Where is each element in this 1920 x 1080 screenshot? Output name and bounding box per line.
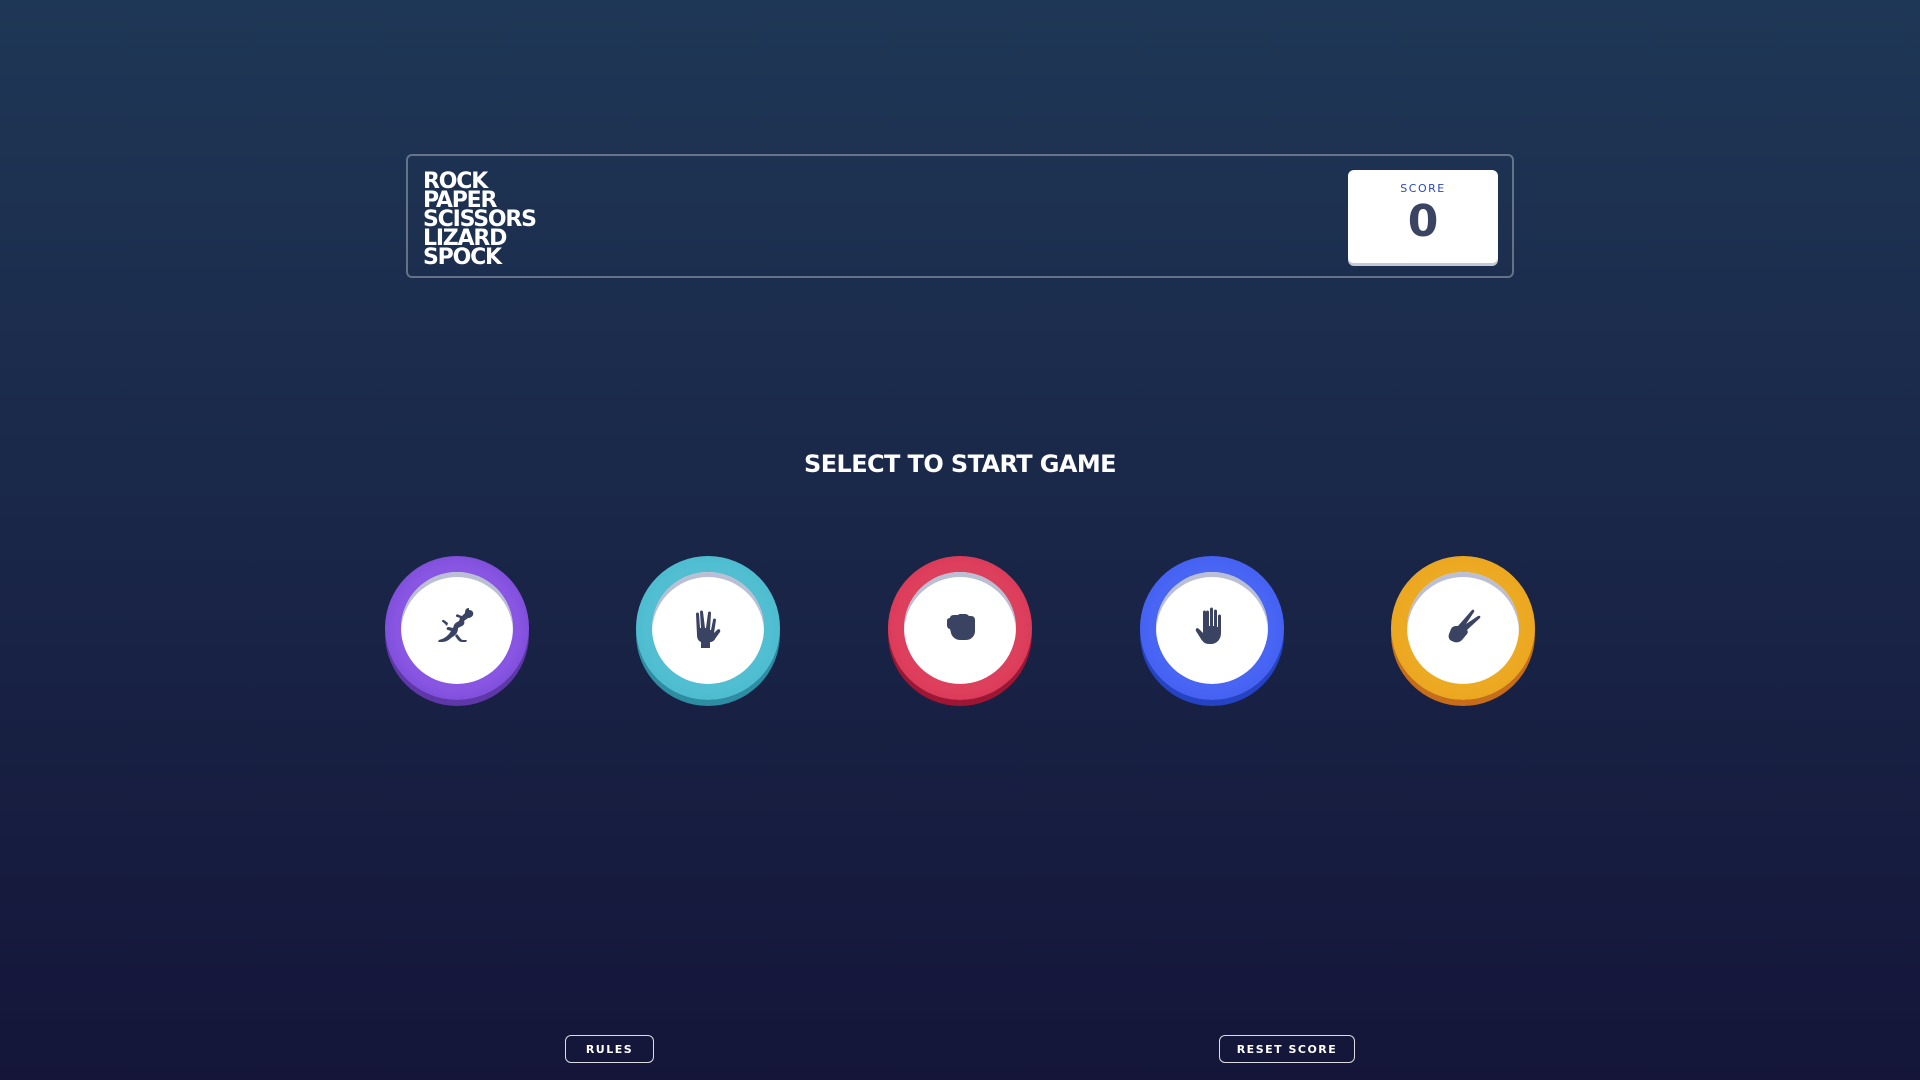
score-label: SCORE: [1400, 182, 1446, 195]
game-header: ROCK PAPER SCISSORS LIZARD SPOCK SCORE 0: [406, 154, 1514, 278]
choice-paper-button[interactable]: [1140, 556, 1284, 700]
choice-scissors-face: [1407, 572, 1519, 684]
paper-icon: [1195, 607, 1221, 644]
choice-spock-button[interactable]: [636, 556, 780, 700]
score-value: 0: [1407, 196, 1439, 247]
choice-scissors-button[interactable]: [1391, 556, 1535, 700]
scissors-icon: [1448, 609, 1481, 643]
rules-button[interactable]: RULES: [565, 1035, 654, 1063]
reset-score-button[interactable]: RESET SCORE: [1219, 1035, 1355, 1063]
choice-rock-button[interactable]: [888, 556, 1032, 700]
choice-lizard-face: [401, 572, 513, 684]
choice-rock-face: [904, 572, 1016, 684]
rock-icon: [947, 614, 975, 640]
score-box: SCORE 0: [1348, 170, 1498, 263]
choice-lizard-button[interactable]: [385, 556, 529, 700]
choice-spock-face: [652, 572, 764, 684]
spock-icon: [696, 610, 721, 648]
start-prompt: SELECT TO START GAME: [804, 450, 1116, 478]
choice-paper-face: [1156, 572, 1268, 684]
logo-line-spock: SPOCK: [423, 245, 502, 270]
lizard-icon: [438, 608, 474, 642]
game-logo: ROCK PAPER SCISSORS LIZARD SPOCK: [423, 171, 537, 270]
